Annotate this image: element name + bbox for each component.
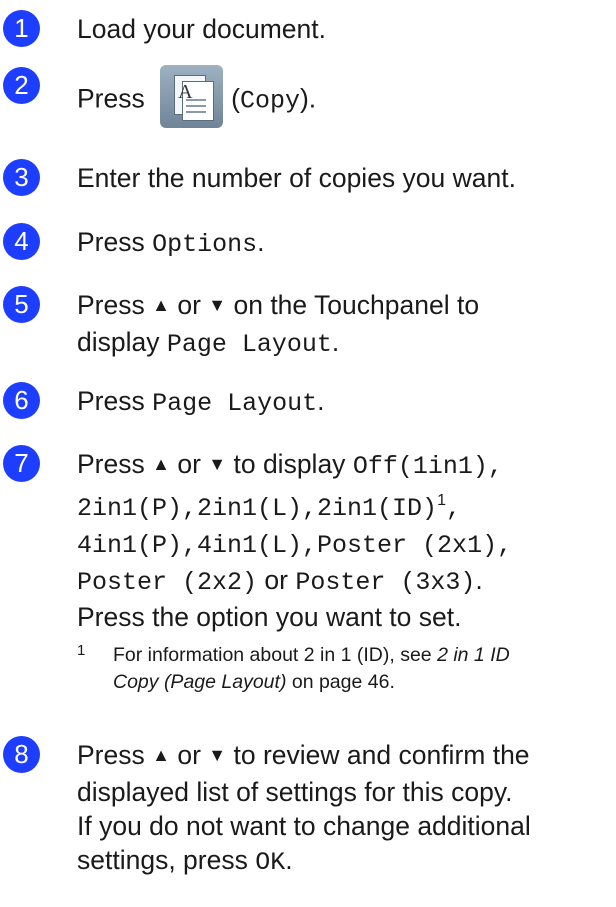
page-layout-label: Page Layout — [152, 389, 318, 418]
step-number: 2 — [3, 67, 40, 104]
step-text: Load your document. — [77, 14, 326, 44]
step-text: Press ▲ or ▼ on the Touchpanel to displa… — [77, 290, 480, 359]
step-text: Press Options. — [77, 227, 265, 259]
page-layout-label: Page Layout — [166, 330, 332, 359]
step-text-part: Press — [77, 83, 145, 114]
step-number: 7 — [3, 445, 40, 482]
step-number: 8 — [3, 736, 40, 773]
step-text: Press ▲ or ▼ to display Off(1in1), 2in1(… — [77, 449, 513, 632]
step-text: Press A (Copy). — [77, 65, 612, 132]
options-label: Options — [152, 230, 258, 259]
up-arrow-icon: ▲ — [152, 454, 170, 474]
step-number: 3 — [3, 159, 40, 196]
down-arrow-icon: ▼ — [208, 295, 227, 315]
up-arrow-icon: ▲ — [152, 295, 170, 315]
down-arrow-icon: ▼ — [208, 454, 227, 474]
step-number: 4 — [3, 223, 40, 260]
footnote-text: For information about 2 in 1 (ID), see 2… — [113, 644, 510, 693]
step-number: 6 — [3, 382, 40, 419]
down-arrow-icon: ▼ — [208, 745, 227, 765]
step-number: 5 — [3, 286, 40, 323]
step-text: Press Page Layout. — [77, 386, 325, 418]
copy-label: Copy — [239, 86, 300, 116]
step-text: Press ▲ or ▼ to review and confirm the d… — [77, 740, 531, 877]
copy-icon: A — [160, 65, 224, 128]
ok-label: OK — [255, 848, 286, 877]
step-text: Enter the number of copies you want. — [77, 163, 516, 193]
step-number: 1 — [3, 10, 40, 47]
footnote-mark: 1 — [77, 642, 86, 659]
footnote-ref: 1 — [437, 492, 446, 509]
up-arrow-icon: ▲ — [152, 745, 170, 765]
